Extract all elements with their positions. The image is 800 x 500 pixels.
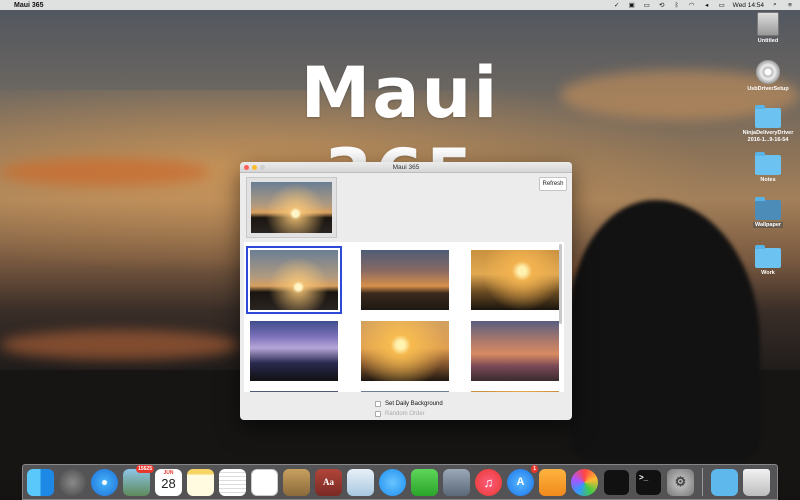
- downloads-folder-icon[interactable]: [711, 468, 738, 496]
- menu-bar: Maui 365 ✓ ▣ ▭ ⟲ ᛒ ◠ ◂ ▭ Wed 14:54 ⌕ ≡: [0, 0, 800, 10]
- folder-icon: [755, 105, 781, 128]
- finder-icon[interactable]: [27, 468, 54, 496]
- textedit-icon[interactable]: [219, 468, 246, 496]
- desktop-icon-label: UsbDriverSetup: [747, 86, 789, 92]
- photos-badge: 15625: [136, 464, 154, 473]
- desktop-icon-label: Untitled: [757, 38, 779, 44]
- app-store-badge: 1: [531, 464, 538, 473]
- timemachine-icon[interactable]: ⟲: [658, 1, 666, 9]
- desktop-icon-label: NinjaDeliveryDriver 2016-1...9-16-54: [742, 130, 794, 143]
- messages-icon[interactable]: [379, 468, 406, 496]
- wallpaper-thumbnail[interactable]: [361, 321, 449, 381]
- preview-icon[interactable]: [347, 468, 374, 496]
- trash-icon[interactable]: [743, 468, 770, 496]
- daily-background-checkbox[interactable]: [375, 401, 381, 407]
- safari-icon[interactable]: [91, 468, 118, 496]
- dock: 15625 JUN 28 Aa ♫ A 1 >_ ⚙: [22, 464, 778, 500]
- calendar-day: 28: [161, 475, 176, 491]
- battery-icon[interactable]: ▭: [718, 1, 726, 9]
- wallpaper-thumbnail[interactable]: [250, 321, 338, 381]
- status-square-icon[interactable]: ▣: [628, 1, 636, 9]
- daily-background-option[interactable]: Set Daily Background: [375, 399, 443, 409]
- wallpaper-thumbnail[interactable]: [361, 391, 449, 392]
- desktop-icon-ninjadelivery[interactable]: NinjaDeliveryDriver 2016-1...9-16-54: [740, 105, 796, 144]
- ibooks-icon[interactable]: [539, 468, 566, 496]
- clock[interactable]: Wed 14:54: [733, 2, 764, 9]
- wallpaper-thumbnail[interactable]: [361, 250, 449, 310]
- desktop-icon-usbdriversetup[interactable]: UsbDriverSetup: [740, 60, 796, 93]
- folder-icon: [755, 245, 781, 268]
- folder-icon: [755, 197, 781, 220]
- window-title: Maui 365: [392, 164, 420, 171]
- current-wallpaper-preview: [246, 177, 337, 238]
- dock-separator: [702, 468, 703, 496]
- desktop-icon-label: Work: [761, 270, 775, 276]
- wallpaper-thumbnail[interactable]: [246, 246, 342, 314]
- hard-drive-icon: [757, 12, 779, 36]
- desktop-icon-label: Wallpaper: [752, 222, 784, 228]
- grid-scrollbar[interactable]: [559, 244, 562, 324]
- app-menu-name[interactable]: Maui 365: [14, 2, 44, 9]
- calendar-icon[interactable]: JUN 28: [155, 468, 182, 496]
- status-check-icon[interactable]: ✓: [613, 1, 621, 9]
- desktop-icon-label: Notes: [760, 177, 776, 183]
- wallpaper-thumbnail[interactable]: [250, 391, 338, 392]
- activity-monitor-icon[interactable]: [603, 468, 630, 496]
- maui-window: Maui 365 Refresh Set Daily Background Ra…: [240, 162, 572, 420]
- system-preferences-icon[interactable]: ⚙: [667, 468, 694, 496]
- desktop-icon-untitled[interactable]: Untitled: [740, 12, 796, 45]
- image-capture-icon[interactable]: [443, 468, 470, 496]
- minimize-button[interactable]: [252, 165, 257, 170]
- cloud: [0, 330, 240, 360]
- dictionary-icon[interactable]: Aa: [315, 468, 342, 496]
- bluetooth-icon[interactable]: ᛒ: [673, 2, 681, 9]
- disc-icon: [756, 60, 780, 84]
- refresh-button[interactable]: Refresh: [539, 177, 567, 191]
- random-order-checkbox[interactable]: [375, 411, 381, 417]
- desktop-icon-notes[interactable]: Notes: [740, 152, 796, 184]
- menu-list-icon[interactable]: ≡: [786, 2, 794, 9]
- folder-icon: [755, 152, 781, 175]
- search-icon[interactable]: ⌕: [771, 1, 779, 9]
- zoom-button[interactable]: [260, 165, 265, 170]
- contacts-icon[interactable]: [283, 468, 310, 496]
- wallpaper-thumbnail[interactable]: [471, 391, 559, 392]
- window-titlebar[interactable]: Maui 365: [240, 162, 572, 173]
- notes-icon[interactable]: [187, 468, 214, 496]
- preview-image: [251, 182, 332, 233]
- wallpaper-thumbnail[interactable]: [471, 250, 559, 310]
- desktop-icon-work[interactable]: Work: [740, 245, 796, 277]
- airplay-icon[interactable]: ▭: [643, 1, 651, 9]
- itunes-icon[interactable]: ♫: [475, 468, 502, 496]
- options-panel: Set Daily Background Random Order: [375, 399, 443, 419]
- wifi-icon[interactable]: ◠: [688, 1, 696, 9]
- reminders-icon[interactable]: [251, 468, 278, 496]
- cloud: [0, 158, 210, 186]
- desktop-icon-wallpaper[interactable]: Wallpaper: [740, 197, 796, 229]
- random-order-option[interactable]: Random Order: [375, 409, 443, 419]
- wallpaper-grid: [244, 242, 564, 392]
- daily-background-label: Set Daily Background: [385, 401, 443, 407]
- close-button[interactable]: [244, 165, 249, 170]
- photos-icon[interactable]: 15625: [123, 464, 154, 496]
- app-store-icon[interactable]: A 1: [507, 464, 538, 496]
- menu-extras: ✓ ▣ ▭ ⟲ ᛒ ◠ ◂ ▭ Wed 14:54 ⌕ ≡: [613, 1, 794, 9]
- launchpad-icon[interactable]: [59, 468, 86, 496]
- facetime-icon[interactable]: [411, 468, 438, 496]
- volume-icon[interactable]: ◂: [703, 1, 711, 9]
- terminal-icon[interactable]: >_: [635, 468, 662, 496]
- photos-app-icon[interactable]: [571, 468, 598, 496]
- wallpaper-thumbnail[interactable]: [471, 321, 559, 381]
- random-order-label: Random Order: [385, 411, 425, 417]
